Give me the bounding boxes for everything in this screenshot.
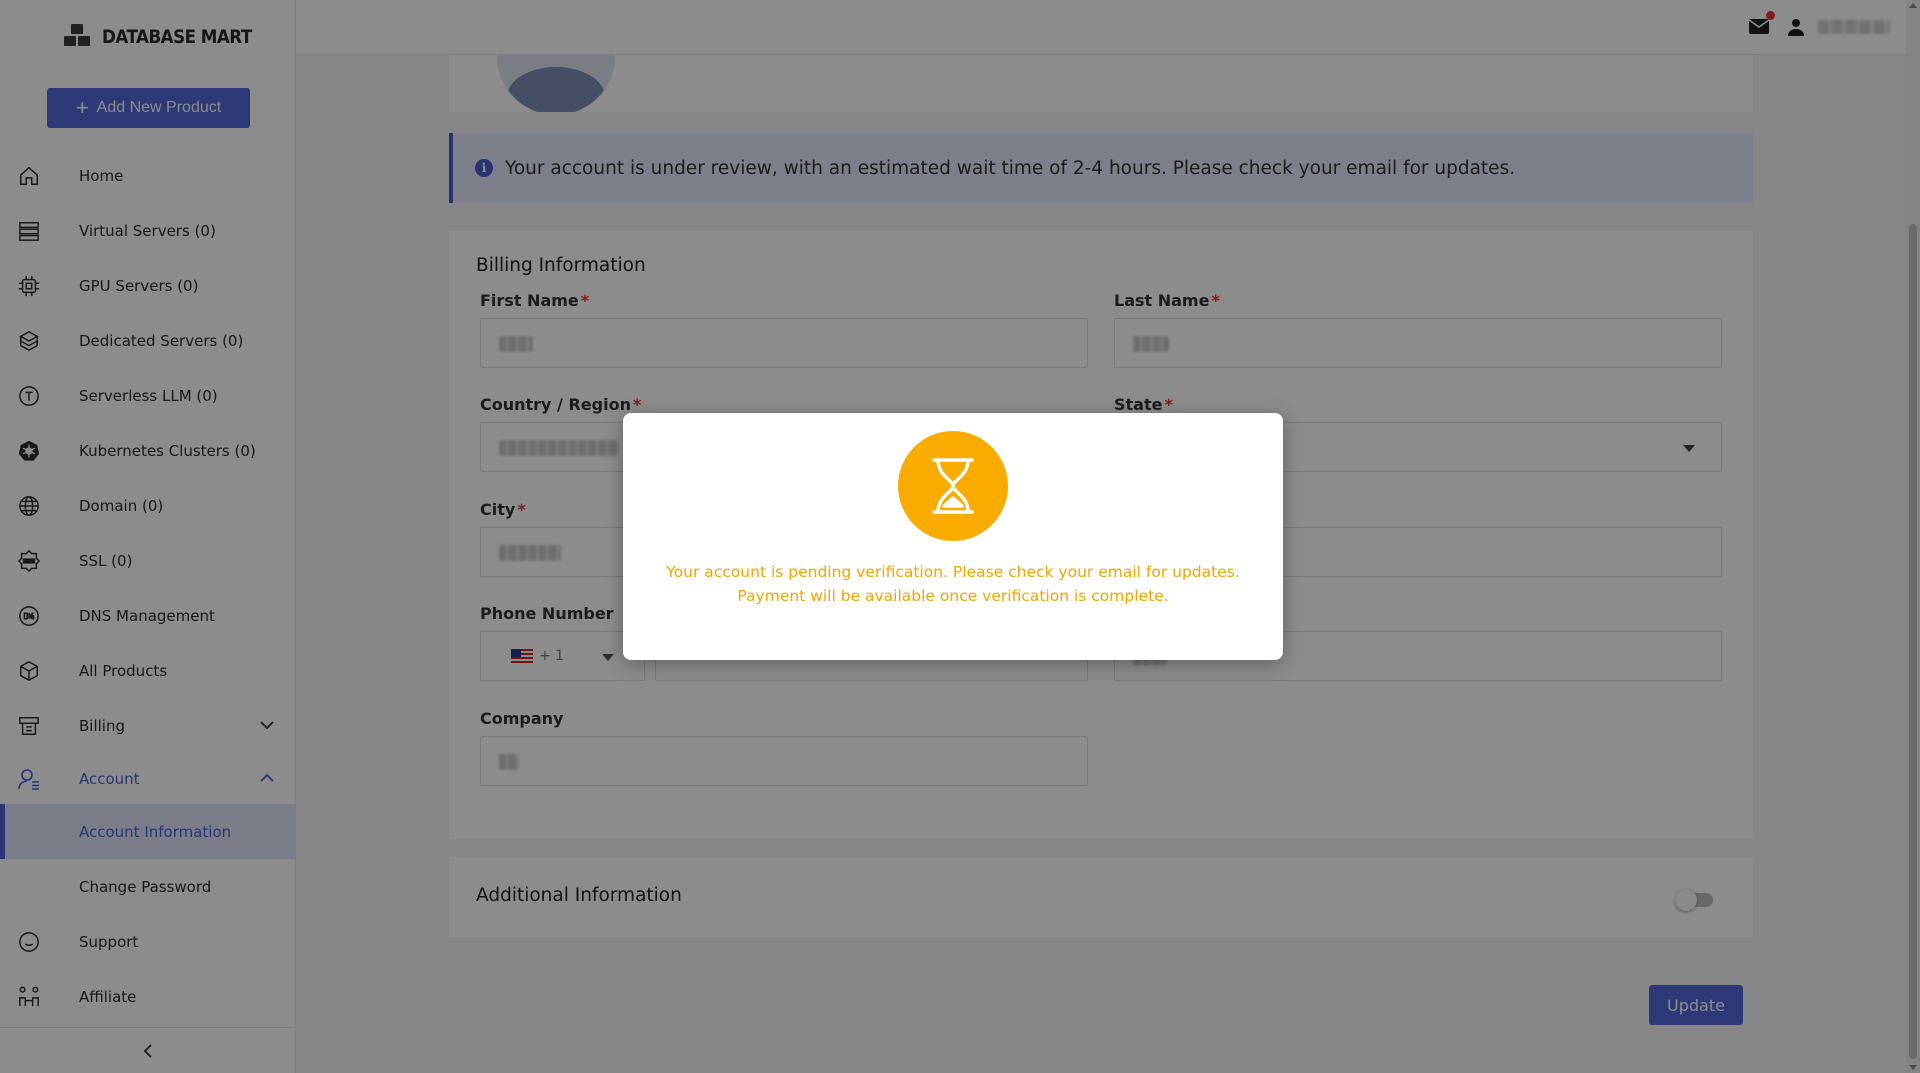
modal-message-line-2: Payment will be available once verificat… [737, 587, 1169, 605]
hourglass-icon [898, 431, 1008, 541]
modal-message-line-1: Your account is pending verification. Pl… [666, 563, 1240, 581]
verification-pending-modal: Your account is pending verification. Pl… [623, 413, 1283, 660]
modal-message: Your account is pending verification. Pl… [623, 560, 1283, 608]
